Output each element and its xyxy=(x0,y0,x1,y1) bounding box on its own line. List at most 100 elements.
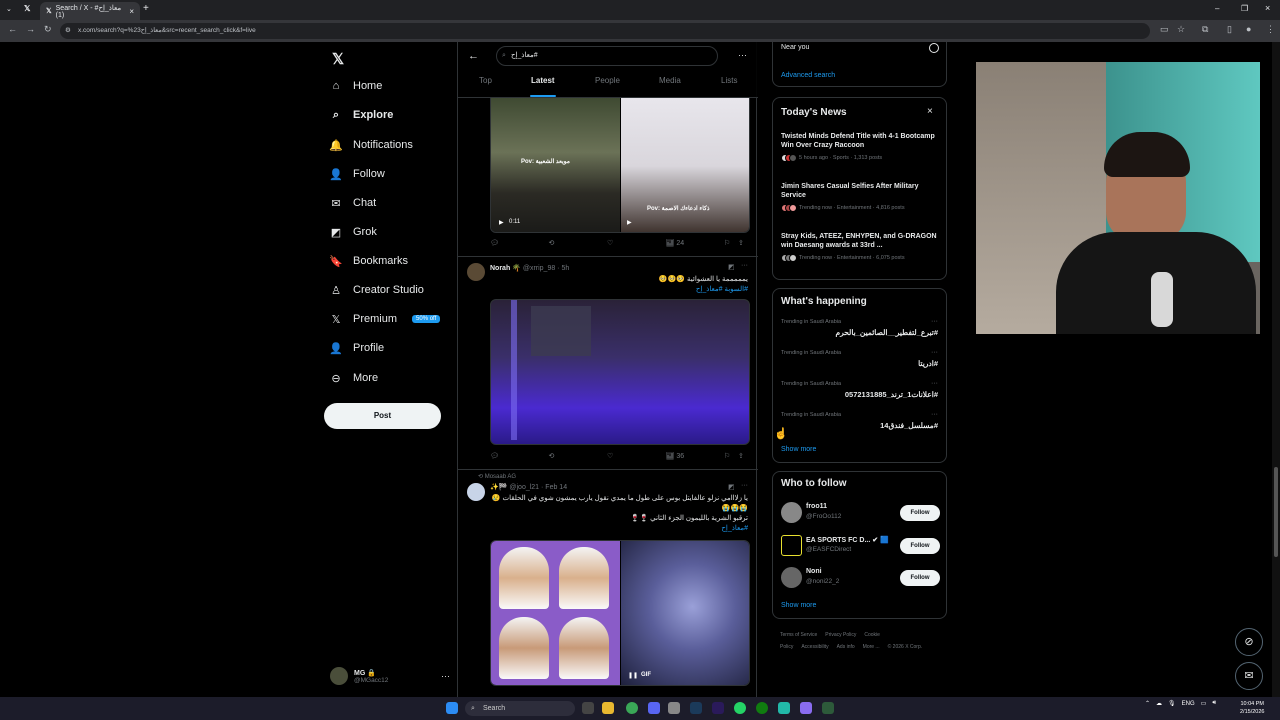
profile-avatar-icon[interactable]: ● xyxy=(1246,24,1251,34)
scrollbar-thumb[interactable] xyxy=(1274,467,1278,557)
nav-item-profile[interactable]: 👤 Profile xyxy=(329,338,384,358)
site-info-icon[interactable]: ⚙ xyxy=(65,23,71,39)
app-icon[interactable] xyxy=(668,702,680,714)
post2-avatar[interactable] xyxy=(467,483,485,501)
post2-more-icon[interactable]: ··· xyxy=(741,482,748,489)
footer-link[interactable]: More ... xyxy=(863,644,880,650)
follow-button[interactable]: Follow xyxy=(900,570,940,586)
new-tab-icon[interactable]: + xyxy=(143,3,149,14)
follow-avatar[interactable] xyxy=(781,535,802,556)
close-news-icon[interactable]: × xyxy=(927,106,933,117)
tab-people[interactable]: People xyxy=(595,76,620,85)
repost-icon[interactable]: ⟲ xyxy=(549,452,608,460)
tray-mic-icon[interactable]: 🎙︎ xyxy=(1168,700,1176,707)
trend-name[interactable]: #ادريتا xyxy=(918,359,938,368)
extensions-icon[interactable]: ⧉ xyxy=(1202,24,1208,35)
follow-name[interactable]: Noni xyxy=(806,568,822,575)
messages-fab-icon[interactable]: ✉ xyxy=(1235,662,1263,690)
follow-button[interactable]: Follow xyxy=(900,538,940,554)
share-icon[interactable]: ⇪ xyxy=(738,452,748,460)
nav-item-notifications[interactable]: 🔔 Notifications xyxy=(329,135,413,155)
search-input[interactable]: ⌕ معاذ_إح# xyxy=(496,46,718,66)
discord-icon[interactable] xyxy=(648,702,660,714)
tab-lists[interactable]: Lists xyxy=(721,76,737,85)
tab-latest[interactable]: Latest xyxy=(531,76,555,85)
follow-button[interactable]: Follow xyxy=(900,505,940,521)
post2-emoji[interactable]: ✨🏁 xyxy=(490,484,507,491)
post1-avatar[interactable] xyxy=(467,263,485,281)
trend-more-icon[interactable]: ··· xyxy=(931,349,938,356)
post1-hashtags[interactable]: #السوبة #معاذ_إح xyxy=(488,285,748,293)
windows-start-icon[interactable] xyxy=(446,702,458,714)
search-settings-more-icon[interactable]: ··· xyxy=(738,50,747,60)
nav-item-bookmarks[interactable]: 🔖 Bookmarks xyxy=(329,251,408,271)
tray-monitor-icon[interactable]: ▭ xyxy=(1201,700,1207,707)
follow-name[interactable]: EA SPORTS FC D... ✔ 🟦 xyxy=(806,536,889,544)
post-button[interactable]: Post xyxy=(324,403,441,429)
nav-item-creator-studio[interactable]: ♙ Creator Studio xyxy=(329,280,424,300)
grid-app-icon[interactable] xyxy=(800,702,812,714)
post1-more-icon[interactable]: ··· xyxy=(741,262,748,269)
grok-icon[interactable]: ◩ xyxy=(728,263,735,271)
follow-avatar[interactable] xyxy=(781,567,802,588)
whatsapp-icon[interactable] xyxy=(734,702,746,714)
nav-item-more[interactable]: ⊖ More xyxy=(329,368,378,388)
reload-icon[interactable]: ↻ xyxy=(44,24,52,35)
back-arrow-icon[interactable]: ← xyxy=(8,24,17,34)
x-logo-icon[interactable]: 𝕏 xyxy=(332,50,344,68)
reply-icon[interactable]: 💬︎ xyxy=(490,239,549,247)
footer-link[interactable]: Privacy Policy xyxy=(825,632,856,638)
post1-media-image[interactable] xyxy=(490,299,750,445)
footer-link[interactable]: Accessibility xyxy=(801,644,828,650)
footer-link[interactable]: Terms of Service xyxy=(780,632,817,638)
media-app-icon[interactable] xyxy=(778,702,790,714)
xbox-icon[interactable] xyxy=(756,702,768,714)
browser-tab-active[interactable]: 𝕏 Search / X - معاذ_إح# (1) × xyxy=(40,2,140,20)
bookmark-star-icon[interactable]: ☆ xyxy=(1177,24,1185,35)
news-item-title[interactable]: Twisted Minds Defend Title with 4-1 Boot… xyxy=(781,132,941,150)
play-icon-2[interactable]: ▶ xyxy=(627,219,632,226)
trend-more-icon[interactable]: ··· xyxy=(931,380,938,387)
account-more-icon[interactable]: ··· xyxy=(441,671,450,681)
back-arrow-icon[interactable]: ← xyxy=(468,50,479,62)
account-switcher[interactable]: MG 🔒 @MGacc12 ··· xyxy=(330,662,450,690)
views-count[interactable]: 📊︎ 24 xyxy=(666,239,725,247)
post2-repost-label[interactable]: ⟲ Mosaab AG xyxy=(478,473,516,480)
nav-item-grok[interactable]: ◩ Grok xyxy=(329,222,377,242)
nav-item-explore[interactable]: ⌕ Explore xyxy=(329,105,393,125)
post1-handle[interactable]: @xrrip_98 · 5h xyxy=(523,265,569,272)
sidebar-toggle-icon[interactable]: ▯ xyxy=(1227,24,1232,35)
restore-icon[interactable]: ❐ xyxy=(1241,4,1248,13)
nav-item-chat[interactable]: ✉ Chat xyxy=(329,193,376,213)
browser-menu-icon[interactable]: ⋮ xyxy=(1266,24,1275,35)
tab-close-icon[interactable]: × xyxy=(129,7,134,16)
steam-icon[interactable] xyxy=(690,702,702,714)
task-view-icon[interactable] xyxy=(582,702,594,714)
bookmark-icon[interactable]: ⚐ xyxy=(724,452,738,460)
grok-icon[interactable]: ◩ xyxy=(728,483,735,491)
views-count[interactable]: 📊︎ 36 xyxy=(666,452,725,460)
follow-avatar[interactable] xyxy=(781,502,802,523)
tab-top[interactable]: Top xyxy=(479,76,492,85)
x-favicon-icon[interactable]: 𝕏 xyxy=(24,4,30,13)
tray-chevron-icon[interactable]: ⌃ xyxy=(1145,700,1150,707)
post2-handle[interactable]: @joo_l21 · Feb 14 xyxy=(509,484,567,491)
advanced-search-link[interactable]: Advanced search xyxy=(781,72,835,79)
footer-link[interactable]: Ads info xyxy=(837,644,855,650)
post1-author[interactable]: Norah 🌴 xyxy=(490,265,521,272)
tab-media[interactable]: Media xyxy=(659,76,681,85)
footer-link[interactable]: © 2026 X Corp. xyxy=(888,644,923,650)
nav-item-premium[interactable]: 𝕏 Premium 50% off xyxy=(329,309,441,329)
chrome-icon[interactable] xyxy=(626,702,638,714)
taskbar-search[interactable]: ⌕ Search xyxy=(465,701,575,716)
minimize-icon[interactable]: – xyxy=(1215,4,1219,13)
nav-item-home[interactable]: ⌂ Home xyxy=(329,76,383,96)
trend-name[interactable]: #مسلسل_فندق14 xyxy=(880,421,938,430)
system-tray[interactable]: ⌃ ☁ 🎙︎ ENG ▭ 🔊︎ xyxy=(1145,700,1216,707)
nav-item-follow[interactable]: 👤 Follow xyxy=(329,164,385,184)
url-field[interactable]: ⚙ x.com/search?q=%23معاذ_إح&src=recent_s… xyxy=(60,23,1150,39)
trend-more-icon[interactable]: ··· xyxy=(931,318,938,325)
post-media-video[interactable]: Pov: مويعد الشعبية Pov: ذكاء ادعاءك الاص… xyxy=(490,97,750,233)
play-icon[interactable]: ▶ xyxy=(499,219,504,226)
terminal-icon[interactable] xyxy=(822,702,834,714)
